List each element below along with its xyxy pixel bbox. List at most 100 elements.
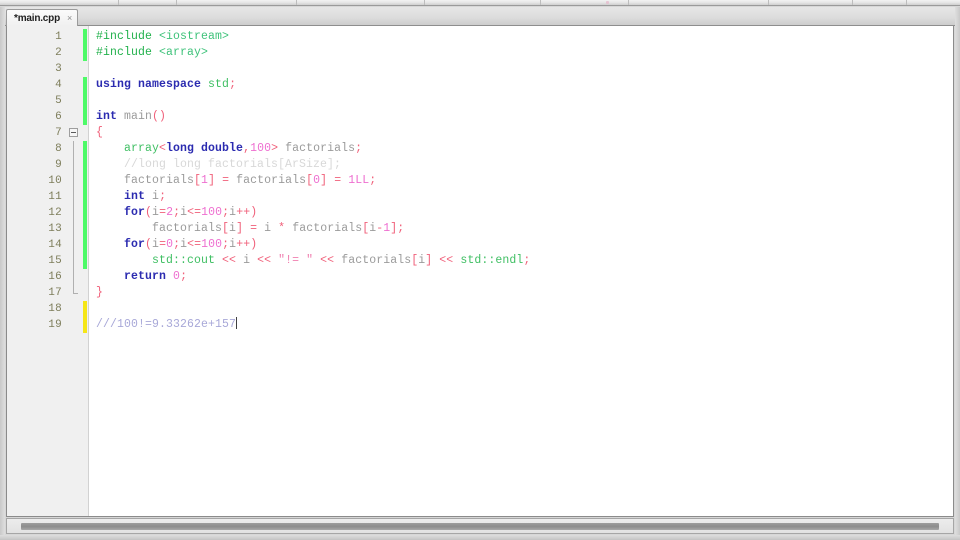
line-number: 19 bbox=[48, 319, 62, 331]
token-op: < bbox=[159, 142, 167, 155]
code-line[interactable]: #include <array> bbox=[89, 45, 953, 61]
fold-column[interactable] bbox=[67, 109, 81, 125]
code-text-area[interactable]: #include <iostream> #include <array> usi… bbox=[89, 26, 953, 516]
fold-column[interactable] bbox=[67, 29, 81, 45]
token-number: 0 bbox=[173, 270, 181, 283]
code-line[interactable]: std::cout << i << "!= " << factorials[i]… bbox=[89, 253, 953, 269]
fold-column[interactable] bbox=[67, 157, 81, 173]
code-line[interactable]: factorials[i] = i * factorials[i-1]; bbox=[89, 221, 953, 237]
code-line[interactable] bbox=[89, 61, 953, 77]
fold-column[interactable] bbox=[67, 45, 81, 61]
code-line[interactable]: } bbox=[89, 285, 953, 301]
token-op: * bbox=[278, 222, 286, 235]
token-op: = bbox=[250, 222, 258, 235]
fold-end-marker bbox=[73, 285, 78, 294]
token-punct: ] bbox=[425, 254, 433, 267]
code-line[interactable]: using namespace std; bbox=[89, 77, 953, 93]
editor-scroll-region[interactable]: 1 2 3 4 5 6 7 8 9 10 11 12 13 14 15 16 1… bbox=[7, 26, 953, 516]
horizontal-scrollbar[interactable] bbox=[6, 518, 954, 534]
token-keyword: using namespace bbox=[96, 78, 202, 91]
gutter-row: 14 bbox=[7, 237, 88, 253]
code-line[interactable]: #include <iostream> bbox=[89, 29, 953, 45]
toolbar-separator bbox=[296, 0, 297, 5]
code-line[interactable] bbox=[89, 93, 953, 109]
token-op: = bbox=[222, 174, 230, 187]
fold-collapse-icon[interactable] bbox=[69, 128, 78, 137]
token-op: << bbox=[439, 254, 454, 267]
tab-bar: *main.cpp × bbox=[0, 7, 960, 26]
change-marker bbox=[83, 317, 87, 333]
window-edge-left bbox=[0, 7, 5, 540]
token-identifier: i bbox=[152, 206, 160, 219]
fold-guide-line bbox=[73, 269, 74, 285]
token-type-array: array bbox=[124, 142, 160, 155]
fold-column[interactable] bbox=[67, 221, 81, 237]
code-line[interactable]: array<long double,100> factorials; bbox=[89, 141, 953, 157]
code-line[interactable]: for(i=2;i<=100;i++) bbox=[89, 205, 953, 221]
token-op: << bbox=[320, 254, 335, 267]
fold-column[interactable] bbox=[67, 205, 81, 221]
line-number: 7 bbox=[55, 127, 62, 139]
gutter-row: 17 bbox=[7, 285, 88, 301]
fold-column[interactable] bbox=[67, 285, 81, 301]
fold-column[interactable] bbox=[67, 173, 81, 189]
token-number: 1 bbox=[201, 174, 209, 187]
fold-column[interactable] bbox=[67, 61, 81, 77]
token-punct: [ bbox=[222, 222, 230, 235]
code-line[interactable]: { bbox=[89, 125, 953, 141]
fold-column[interactable] bbox=[67, 253, 81, 269]
token-op: = bbox=[334, 174, 342, 187]
tab-main-cpp[interactable]: *main.cpp × bbox=[6, 9, 79, 26]
toolbar-strip bbox=[0, 0, 960, 6]
code-line[interactable]: //long long factorials[ArSize]; bbox=[89, 157, 953, 173]
code-line[interactable]: for(i=0;i<=100;i++) bbox=[89, 237, 953, 253]
code-editor-window: *main.cpp × 1 2 3 4 5 6 7 8 9 10 11 12 1… bbox=[0, 0, 960, 540]
token-punct: ; bbox=[369, 174, 377, 187]
fold-column[interactable] bbox=[67, 301, 81, 317]
token-punct: ] bbox=[320, 174, 328, 187]
line-number: 14 bbox=[48, 239, 62, 251]
fold-column[interactable] bbox=[67, 317, 81, 333]
close-icon[interactable]: × bbox=[67, 13, 72, 23]
fold-guide-line bbox=[73, 189, 74, 205]
gutter-rows: 1 2 3 4 5 6 7 8 9 10 11 12 13 14 15 16 1… bbox=[7, 29, 88, 333]
line-number: 10 bbox=[48, 175, 62, 187]
code-line[interactable]: int main() bbox=[89, 109, 953, 125]
window-edge-bottom bbox=[0, 535, 960, 540]
editor-gutter[interactable]: 1 2 3 4 5 6 7 8 9 10 11 12 13 14 15 16 1… bbox=[7, 26, 89, 516]
token-number: 100 bbox=[250, 142, 272, 155]
change-marker bbox=[83, 253, 87, 269]
change-marker bbox=[83, 221, 87, 237]
fold-column[interactable] bbox=[67, 237, 81, 253]
horizontal-scrollbar-thumb[interactable] bbox=[21, 523, 939, 530]
token-keyword: return bbox=[124, 270, 167, 283]
gutter-row: 11 bbox=[7, 189, 88, 205]
change-marker bbox=[83, 301, 87, 317]
fold-column[interactable] bbox=[67, 141, 81, 157]
tab-label: *main.cpp bbox=[14, 12, 60, 24]
code-line[interactable] bbox=[89, 301, 953, 317]
line-number: 6 bbox=[55, 111, 62, 123]
change-marker bbox=[83, 173, 87, 189]
token-std-cout: std::cout bbox=[152, 254, 216, 267]
gutter-row: 6 bbox=[7, 109, 88, 125]
fold-column[interactable] bbox=[67, 93, 81, 109]
fold-column[interactable] bbox=[67, 189, 81, 205]
change-marker bbox=[83, 141, 87, 157]
token-punct: ) bbox=[250, 238, 258, 251]
code-line[interactable]: ///100!=9.33262e+157 bbox=[89, 317, 953, 333]
code-line[interactable]: factorials[1] = factorials[0] = 1LL; bbox=[89, 173, 953, 189]
code-line[interactable]: return 0; bbox=[89, 269, 953, 285]
change-marker bbox=[83, 77, 87, 93]
fold-column[interactable] bbox=[67, 125, 81, 141]
token-std-endl: std::endl bbox=[460, 254, 524, 267]
gutter-row: 9 bbox=[7, 157, 88, 173]
change-marker bbox=[83, 205, 87, 221]
line-number: 5 bbox=[55, 95, 62, 107]
line-number: 13 bbox=[48, 223, 62, 235]
fold-column[interactable] bbox=[67, 269, 81, 285]
token-op: << bbox=[257, 254, 272, 267]
fold-column[interactable] bbox=[67, 77, 81, 93]
code-line[interactable]: int i; bbox=[89, 189, 953, 205]
token-identifier: factorials bbox=[152, 222, 223, 235]
